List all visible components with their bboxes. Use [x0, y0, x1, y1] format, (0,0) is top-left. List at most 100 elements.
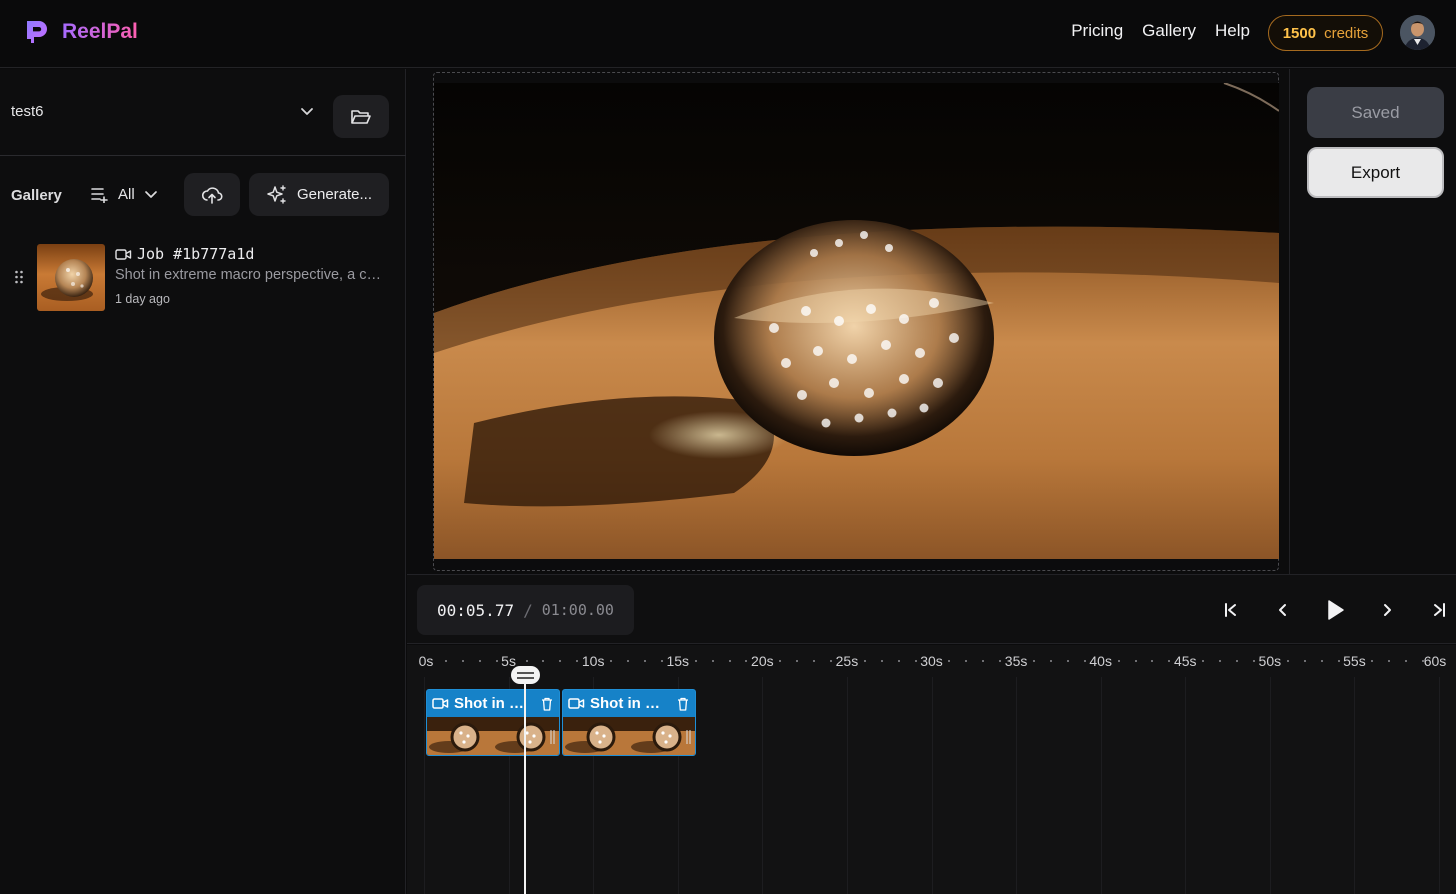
ruler-tick-label: 40s	[1089, 653, 1112, 669]
sparkles-icon	[267, 184, 286, 204]
ruler-minor-tick	[660, 660, 663, 662]
ruler-minor-tick	[1337, 660, 1340, 662]
ruler-minor-tick	[461, 660, 464, 662]
timeline-clip[interactable]: Shot in extreme macro perspective	[426, 689, 560, 756]
clip-label: Shot in extreme macro perspective	[454, 695, 532, 712]
user-avatar[interactable]	[1400, 15, 1435, 50]
ruler-minor-tick	[1202, 660, 1205, 662]
ruler-minor-tick	[999, 660, 1002, 662]
video-camera-icon	[432, 698, 449, 709]
export-button[interactable]: Export	[1307, 147, 1444, 198]
ruler-minor-tick	[525, 660, 528, 662]
ruler-minor-tick	[897, 660, 900, 662]
saved-button[interactable]: Saved	[1307, 87, 1444, 138]
ruler-minor-tick	[796, 660, 799, 662]
cloud-upload-icon	[201, 186, 223, 204]
ruler-minor-tick	[1371, 660, 1374, 662]
list-filter-icon	[91, 188, 108, 203]
ruler-tick-label: 55s	[1343, 653, 1366, 669]
job-title: Job #1b777a1d	[115, 245, 254, 263]
nav-pricing[interactable]: Pricing	[1071, 21, 1123, 41]
app-root: ReelPal Pricing Gallery Help 1500 credit…	[0, 0, 1456, 894]
play-button[interactable]	[1309, 597, 1361, 623]
trash-icon[interactable]	[541, 697, 553, 711]
skip-to-start-button[interactable]	[1205, 597, 1257, 623]
ruler-minor-tick	[495, 660, 498, 662]
ruler-minor-tick	[1151, 660, 1154, 662]
trash-icon[interactable]	[677, 697, 689, 711]
trim-handle-icon[interactable]	[550, 729, 555, 745]
gallery-toolbar: Gallery All Generate...	[0, 173, 406, 217]
top-bar: ReelPal Pricing Gallery Help 1500 credit…	[0, 0, 1456, 68]
ruler-minor-tick	[542, 660, 545, 662]
ruler-minor-tick	[1286, 660, 1289, 662]
nav-gallery[interactable]: Gallery	[1142, 21, 1196, 41]
ruler-minor-tick	[627, 660, 629, 662]
project-name: test6	[11, 103, 44, 120]
ruler-minor-tick	[694, 660, 697, 662]
timeline-gridline	[762, 677, 764, 894]
chevron-right-icon	[1384, 604, 1391, 616]
playhead-handle[interactable]	[511, 666, 540, 684]
project-selector[interactable]: test6	[0, 69, 406, 156]
ruler-minor-tick	[779, 660, 782, 662]
ruler-minor-tick	[1134, 660, 1137, 662]
playback-bar: 00:05.77 / 01:00.00	[407, 574, 1456, 644]
clip-thumbnails	[427, 717, 559, 755]
trim-handle-icon[interactable]	[686, 729, 691, 745]
brand-name: ReelPal	[62, 20, 138, 43]
timeline[interactable]: 0s 5s 10s 15s 20s 25s 30s 35s 40s 45s 50s 55s 60s Sh…	[407, 645, 1456, 894]
video-preview[interactable]	[434, 83, 1279, 559]
job-thumbnail[interactable]	[37, 244, 105, 311]
nav-help[interactable]: Help	[1215, 21, 1250, 41]
drag-handle-icon[interactable]	[14, 269, 24, 285]
time-ruler[interactable]: 0s 5s 10s 15s 20s 25s 30s 35s 40s 45s 50s 55s 60s	[407, 645, 1456, 677]
generate-button[interactable]: Generate...	[249, 173, 389, 216]
upload-button[interactable]	[184, 173, 240, 216]
video-camera-icon	[115, 248, 132, 260]
ruler-minor-tick	[728, 660, 731, 662]
folder-open-icon	[351, 109, 371, 124]
timeline-gridline	[1439, 677, 1440, 894]
timeline-gridline	[1185, 677, 1187, 894]
timeline-gridline	[1354, 677, 1356, 894]
brand[interactable]: ReelPal	[22, 17, 138, 47]
clip-frame-thumbnail	[563, 717, 629, 755]
ruler-tick-label: 0s	[418, 653, 434, 669]
right-panel: Saved Export	[1289, 69, 1456, 574]
generate-label: Generate...	[296, 186, 373, 203]
skip-to-end-button[interactable]	[1413, 597, 1456, 623]
video-camera-icon	[568, 698, 585, 709]
ruler-minor-tick	[1117, 660, 1120, 662]
clip-header: Shot in extreme macro perspective	[427, 690, 559, 717]
skip-start-icon	[1225, 603, 1236, 617]
ruler-minor-tick	[444, 660, 447, 662]
chevron-down-icon[interactable]	[298, 102, 316, 120]
ruler-minor-tick	[1405, 660, 1408, 662]
timeline-gridline	[846, 677, 848, 894]
ruler-minor-tick	[914, 660, 917, 662]
previous-frame-button[interactable]	[1257, 597, 1309, 623]
clip-frame-thumbnail	[427, 717, 493, 755]
ruler-minor-tick	[643, 660, 646, 662]
ruler-minor-tick	[745, 660, 748, 662]
timeline-clip[interactable]: Shot in extreme macro perspective	[562, 689, 696, 756]
avatar-image	[1400, 15, 1435, 50]
main-nav: Pricing Gallery Help	[1071, 21, 1250, 41]
gallery-heading: Gallery	[11, 187, 62, 204]
ruler-minor-tick	[1049, 660, 1052, 662]
ruler-minor-tick	[830, 660, 832, 662]
time-separator: /	[523, 600, 533, 620]
gallery-filter-dropdown[interactable]: All	[90, 185, 159, 203]
credits-badge[interactable]: 1500 credits	[1268, 15, 1383, 51]
next-frame-button[interactable]	[1361, 597, 1413, 623]
ruler-tick-label: 35s	[1004, 653, 1028, 669]
ruler-tick-label: 20s	[751, 653, 774, 669]
ruler-minor-tick	[711, 660, 714, 662]
ruler-minor-tick	[1219, 660, 1222, 662]
ruler-minor-tick	[610, 660, 613, 662]
open-folder-button[interactable]	[333, 95, 389, 138]
gallery-item[interactable]: Job #1b777a1d Shot in extreme macro pers…	[0, 241, 406, 313]
timeline-gridline	[1269, 677, 1271, 894]
ruler-minor-tick	[813, 660, 816, 662]
